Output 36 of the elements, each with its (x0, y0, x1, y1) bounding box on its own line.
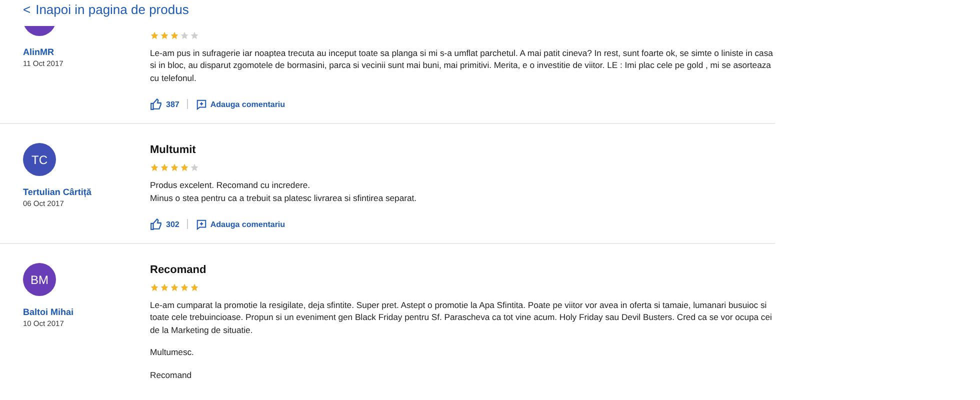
author-name[interactable]: Baltoi Mihai (23, 306, 150, 318)
star-icon (170, 31, 179, 40)
like-button[interactable]: 387 (150, 98, 180, 110)
like-button[interactable]: 302 (150, 218, 180, 230)
star-icon (180, 31, 189, 40)
star-icon (160, 163, 169, 172)
review-text: Recomand (150, 368, 193, 382)
star-icon (190, 163, 199, 172)
star-icon (190, 283, 199, 292)
review-text: Le-am pus in sufragerie iar noaptea trecuta au inceput toate sa planga si mi s-a umflat parchetul. A mai patit cineva? In rest, sunt foarte ok, se simte o liniste in casa si in bloc, au disparut zgomotele de bormasini, parca si vecinii sunt mai buni, mai primitivi. Merita, e o investitie de viitor. LE : Imi plac cele pe gold , mi se asorteaza cu telefonul. (150, 47, 774, 84)
star-icon (160, 31, 169, 40)
star-icon (160, 283, 169, 292)
add-comment-button[interactable]: Adauga comentariu (196, 98, 286, 110)
star-icon (170, 163, 179, 172)
thumbs-up-icon (150, 98, 163, 110)
comment-plus-icon (196, 98, 208, 110)
author-name[interactable]: Tertulian Cârtiță (23, 186, 150, 198)
avatar: BM (23, 263, 56, 296)
avatar: TC (23, 143, 56, 176)
star-icon (190, 31, 199, 40)
thumbs-up-icon (150, 218, 163, 230)
star-icon (150, 31, 159, 40)
review-text: Le-am cumparat la promotie la resigilate, deja sfintite. Super pret. Astept o promotie la Apa Sfintita. Poate pe viitor vor avea in oferta si tamaie, lumanari busuioc si toate cele trebuincioase. Propun si un eveniment gen Black Friday pentru Sf. Parascheva ca tot vine acum. Holy Friday sau Devil Busters. Cred ca se vor ocupa cei de la Marketing de situatie. (150, 299, 773, 336)
comment-plus-icon (196, 218, 208, 230)
review-text: Multumesc. (150, 346, 195, 359)
star-icon (150, 283, 159, 292)
review-text: Produs excelent. Recomand cu incredere. Minus o stea pentru ca a trebuit sa platesc livrarea si sfintirea separat. (150, 179, 418, 204)
review-title: Multumit (150, 143, 197, 158)
star-icon (180, 283, 189, 292)
review-title: Recomand (150, 263, 208, 278)
back-link[interactable]: < Inapoi in pagina de produs (23, 2, 189, 17)
author-name[interactable]: AlinMR (23, 46, 150, 58)
star-icon (170, 283, 179, 292)
add-comment-button[interactable]: Adauga comentariu (196, 218, 286, 230)
star-icon (150, 163, 159, 172)
star-icon (180, 163, 189, 172)
